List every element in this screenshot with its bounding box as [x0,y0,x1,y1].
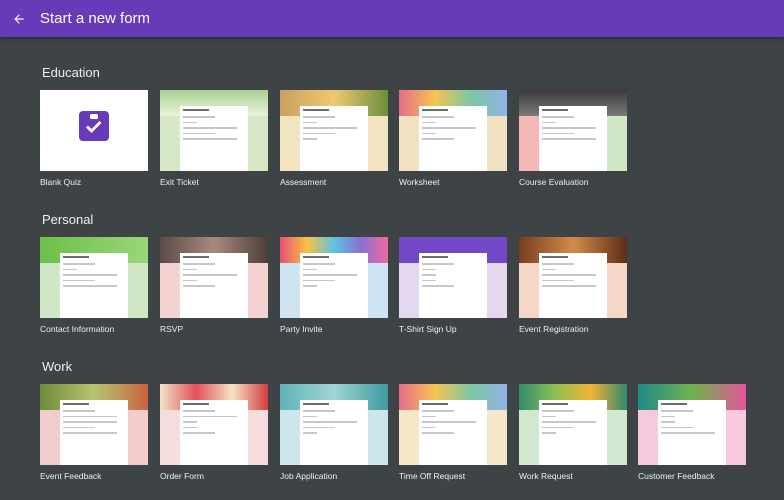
template-card-work-request[interactable] [519,384,627,465]
template-form-preview [180,106,248,171]
template-label-work-request[interactable]: Work Request [519,471,573,481]
template-label-assessment[interactable]: Assessment [280,177,326,187]
section-title-education: Education [42,65,100,80]
template-form-preview [539,400,607,465]
template-card-event-feedback[interactable] [40,384,148,465]
template-form-preview [419,253,487,318]
template-card-job-application[interactable] [280,384,388,465]
template-card-time-off-request[interactable] [399,384,507,465]
template-card-rsvp[interactable] [160,237,268,318]
template-card-blank-quiz[interactable] [40,90,148,171]
template-card-assessment[interactable] [280,90,388,171]
template-label-blank-quiz[interactable]: Blank Quiz [40,177,81,187]
template-label-rsvp[interactable]: RSVP [160,324,183,334]
template-side-panel [519,116,541,171]
template-card-exit-ticket[interactable] [160,90,268,171]
template-label-worksheet[interactable]: Worksheet [399,177,439,187]
template-card-worksheet[interactable] [399,90,507,171]
template-label-party-invite[interactable]: Party Invite [280,324,323,334]
page-title: Start a new form [40,10,151,27]
template-form-preview [539,253,607,318]
template-form-preview [60,253,128,318]
template-label-order-form[interactable]: Order Form [160,471,204,481]
section-title-work: Work [42,359,73,374]
template-label-customer-feedback[interactable]: Customer Feedback [638,471,715,481]
template-card-customer-feedback[interactable] [638,384,746,465]
template-form-preview [539,106,607,171]
template-side-panel [605,116,627,171]
template-label-t-shirt-sign-up[interactable]: T-Shirt Sign Up [399,324,457,334]
app-header: Start a new form [0,0,784,37]
template-card-contact-information[interactable] [40,237,148,318]
template-form-preview [300,253,368,318]
template-card-party-invite[interactable] [280,237,388,318]
template-card-course-evaluation[interactable] [519,90,627,171]
template-label-contact-information[interactable]: Contact Information [40,324,114,334]
template-card-t-shirt-sign-up[interactable] [399,237,507,318]
back-button[interactable] [6,6,32,32]
template-form-preview [419,400,487,465]
template-label-course-evaluation[interactable]: Course Evaluation [519,177,588,187]
section-title-personal: Personal [42,212,94,227]
template-label-event-registration[interactable]: Event Registration [519,324,588,334]
template-form-preview [180,253,248,318]
template-form-preview [300,400,368,465]
template-form-preview [60,400,128,465]
template-card-event-registration[interactable] [519,237,627,318]
template-card-order-form[interactable] [160,384,268,465]
template-form-preview [419,106,487,171]
template-form-preview [658,400,726,465]
template-label-exit-ticket[interactable]: Exit Ticket [160,177,199,187]
assignment-check-icon [79,111,109,141]
template-label-event-feedback[interactable]: Event Feedback [40,471,101,481]
template-label-job-application[interactable]: Job Application [280,471,337,481]
template-form-preview [180,400,248,465]
arrow-back-icon [14,13,24,24]
template-label-time-off-request[interactable]: Time Off Request [399,471,465,481]
template-form-preview [300,106,368,171]
